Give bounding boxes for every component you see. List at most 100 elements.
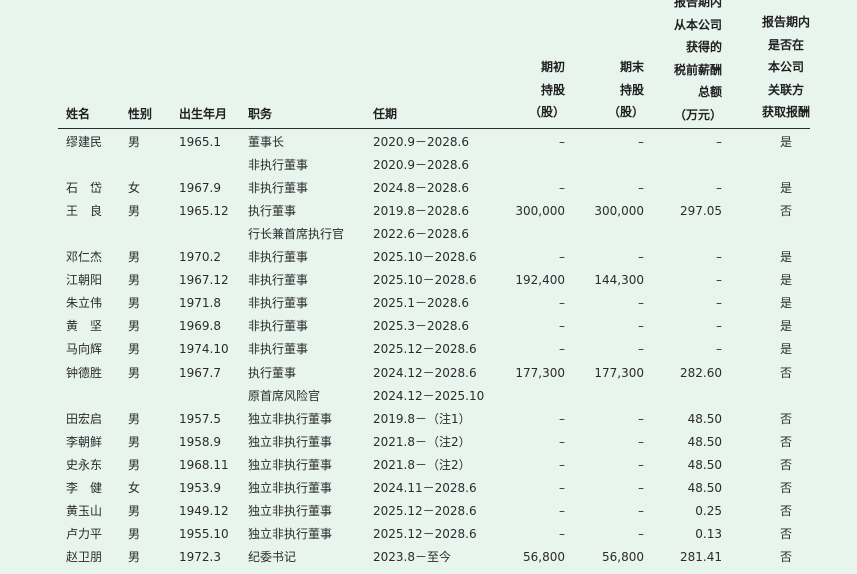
cell-open-shares: –	[559, 411, 565, 426]
cell-pay: –	[716, 250, 722, 265]
cell-birth: 1955.10	[179, 526, 229, 541]
cell-pay: 48.50	[687, 480, 722, 495]
cell-position: 非执行董事	[248, 273, 309, 288]
cell-pay: –	[716, 319, 722, 334]
cell-gender: 男	[128, 342, 141, 357]
cell-gender: 女	[128, 480, 141, 495]
cell-birth: 1958.9	[179, 434, 221, 449]
cell-pay: 297.05	[680, 204, 722, 219]
header-open-line: 期初	[540, 60, 565, 74]
header-pay-line: 总额	[697, 85, 722, 99]
cell-term: 2020.9－2028.6	[373, 135, 469, 149]
header-pay-line: （万元）	[673, 107, 722, 122]
header-related-line: 报告期内	[761, 15, 810, 29]
cell-related: 否	[779, 457, 792, 472]
cell-close-shares: –	[638, 319, 644, 334]
cell-pay: 48.50	[687, 434, 722, 449]
cell-gender: 男	[128, 135, 141, 149]
table-row: 黄玉山 男 1949.12 独立非执行董事 2025.12－2028.6 – – 0.25 否	[0, 500, 857, 523]
cell-name: 王 良	[66, 204, 103, 219]
header-close-line: 持股	[619, 82, 644, 97]
header-term: 任期	[373, 107, 398, 121]
header-open-line: 持股	[540, 82, 565, 97]
cell-open-shares: –	[559, 135, 565, 149]
cell-name: 江朝阳	[66, 273, 103, 288]
cell-position: 董事长	[248, 135, 285, 149]
cell-term: 2024.12－2025.10	[373, 388, 485, 403]
cell-gender: 女	[128, 181, 141, 196]
header-gender: 性别	[128, 107, 153, 121]
header-pay-line: 报告期内	[673, 0, 722, 9]
cell-term: 2025.1－2028.6	[373, 296, 469, 311]
cell-name: 朱立伟	[66, 296, 103, 311]
cell-name: 石 岱	[66, 181, 103, 196]
cell-gender: 男	[128, 411, 141, 426]
cell-birth: 1965.12	[179, 204, 229, 219]
cell-related: 否	[779, 365, 792, 380]
cell-close-shares: 144,300	[594, 273, 644, 288]
cell-name: 缪建民	[66, 135, 103, 149]
cell-open-shares: –	[559, 434, 565, 449]
header-related: 报告期内 是否在 本公司 关联方 获取报酬	[745, 11, 827, 124]
cell-gender: 男	[128, 319, 141, 334]
cell-pay: 0.25	[695, 503, 722, 518]
cell-pay: –	[716, 135, 722, 149]
cell-pay: –	[716, 342, 722, 357]
cell-birth: 1967.12	[179, 273, 229, 288]
header-pay-line: 税前薪酬	[673, 62, 722, 77]
cell-term: 2020.9－2028.6	[373, 158, 469, 173]
cell-open-shares: –	[559, 296, 565, 311]
cell-birth: 1970.2	[179, 250, 221, 265]
cell-open-shares: –	[559, 181, 565, 196]
table-row: 朱立伟 男 1971.8 非执行董事 2025.1－2028.6 – – – 是	[0, 292, 857, 315]
cell-close-shares: –	[638, 480, 644, 495]
cell-position: 非执行董事	[248, 181, 309, 196]
cell-position: 非执行董事	[248, 319, 309, 334]
cell-term: 2019.8－2028.6	[373, 204, 469, 219]
cell-pay: –	[716, 273, 722, 288]
cell-position: 行长兼首席执行官	[248, 227, 345, 242]
header-open-line: （股）	[528, 105, 565, 119]
cell-gender: 男	[128, 434, 141, 449]
cell-birth: 1967.9	[179, 181, 221, 196]
header-pay: 报告期内 从本公司 获得的 税前薪酬 总额 （万元）	[640, 0, 722, 126]
cell-term: 2021.8－（注2）	[373, 434, 471, 449]
cell-close-shares: 56,800	[602, 549, 644, 564]
cell-gender: 男	[128, 296, 141, 311]
cell-name: 卢力平	[66, 526, 103, 541]
table-row: 邓仁杰 男 1970.2 非执行董事 2025.10－2028.6 – – – 是	[0, 246, 857, 269]
cell-open-shares: –	[559, 480, 565, 495]
cell-gender: 男	[128, 204, 141, 219]
cell-close-shares: –	[638, 296, 644, 311]
cell-name: 黄 坚	[66, 319, 103, 334]
header-close-line: 期末	[619, 60, 644, 74]
cell-position: 独立非执行董事	[248, 480, 333, 495]
cell-birth: 1971.8	[179, 296, 221, 311]
cell-term: 2025.12－2028.6	[373, 342, 477, 357]
cell-name: 李朝鲜	[66, 434, 103, 449]
cell-related: 是	[779, 181, 792, 196]
cell-close-shares: –	[638, 526, 644, 541]
header-pay-line: 获得的	[685, 40, 722, 54]
table-row: 非执行董事 2020.9－2028.6	[0, 154, 857, 177]
cell-name: 邓仁杰	[66, 250, 103, 265]
cell-pay: 48.50	[687, 411, 722, 426]
cell-related: 是	[779, 342, 792, 357]
cell-related: 否	[779, 503, 792, 518]
cell-gender: 男	[128, 365, 141, 380]
cell-birth: 1969.8	[179, 319, 221, 334]
cell-open-shares: 192,400	[515, 273, 565, 288]
cell-related: 是	[779, 319, 792, 334]
cell-birth: 1953.9	[179, 480, 221, 495]
cell-pay: 0.13	[695, 526, 722, 541]
header-name: 姓名	[66, 107, 91, 121]
cell-birth: 1949.12	[179, 503, 229, 518]
cell-term: 2025.10－2028.6	[373, 250, 477, 265]
cell-position: 执行董事	[248, 365, 297, 380]
header-close-line: （股）	[607, 105, 644, 119]
cell-position: 原首席风险官	[248, 388, 321, 403]
cell-position: 独立非执行董事	[248, 526, 333, 541]
cell-term: 2025.3－2028.6	[373, 319, 469, 334]
table-row: 江朝阳 男 1967.12 非执行董事 2025.10－2028.6 192,400 144…	[0, 269, 857, 292]
cell-birth: 1968.11	[179, 457, 229, 472]
